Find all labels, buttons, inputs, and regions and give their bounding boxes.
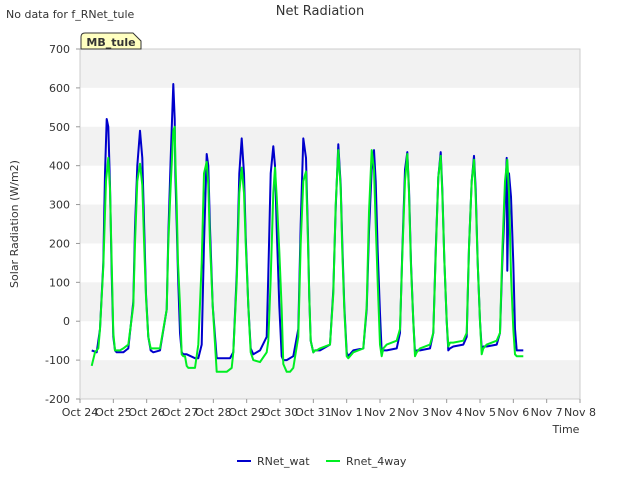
y-tick-label: 500 bbox=[49, 121, 70, 134]
grid-band bbox=[80, 126, 580, 166]
y-tick-label: 200 bbox=[49, 237, 70, 250]
net-radiation-chart: -200-1000100200300400500600700 Oct 24Oct… bbox=[6, 4, 596, 468]
legend-label-rnet-4way: Rnet_4way bbox=[346, 455, 407, 468]
x-tick-label: Oct 28 bbox=[195, 406, 232, 419]
x-tick-label: Nov 1 bbox=[331, 406, 363, 419]
y-tick-label: 100 bbox=[49, 276, 70, 289]
y-axis-label: Solar Radiation (W/m2) bbox=[8, 160, 21, 288]
x-tick-label: Oct 26 bbox=[128, 406, 165, 419]
x-tick-label: Oct 27 bbox=[162, 406, 199, 419]
x-axis-label: Time bbox=[552, 423, 580, 436]
site-badge-label: MB_tule bbox=[86, 36, 135, 49]
x-axis-ticks: Oct 24Oct 25Oct 26Oct 27Oct 28Oct 29Oct … bbox=[62, 399, 596, 419]
chart-title: Net Radiation bbox=[276, 4, 364, 19]
y-tick-label: 400 bbox=[49, 160, 70, 173]
legend-label-rnet-wat: RNet_wat bbox=[257, 455, 310, 468]
x-tick-label: Nov 6 bbox=[497, 406, 529, 419]
grid-band bbox=[80, 282, 580, 322]
x-tick-label: Nov 2 bbox=[364, 406, 396, 419]
grid-bands bbox=[80, 49, 580, 399]
y-tick-label: 0 bbox=[63, 315, 70, 328]
grid-band bbox=[80, 360, 580, 399]
legend: RNet_wat Rnet_4way bbox=[237, 455, 407, 468]
x-tick-label: Nov 5 bbox=[464, 406, 496, 419]
grid-band bbox=[80, 49, 580, 88]
site-badge: MB_tule bbox=[80, 32, 142, 50]
x-tick-label: Nov 7 bbox=[531, 406, 563, 419]
x-tick-label: Nov 4 bbox=[431, 406, 463, 419]
y-tick-label: 300 bbox=[49, 199, 70, 212]
y-axis-ticks: -200 -100 0 100 200 300 400 500 600 700 bbox=[45, 43, 80, 406]
x-tick-label: Nov 8 bbox=[564, 406, 596, 419]
x-tick-label: Oct 29 bbox=[228, 406, 265, 419]
y-tick-label: -100 bbox=[45, 354, 70, 367]
x-tick-label: Oct 31 bbox=[295, 406, 332, 419]
x-tick-label: Nov 3 bbox=[397, 406, 429, 419]
x-tick-label: Oct 30 bbox=[262, 406, 299, 419]
no-data-notice: No data for f_RNet_tule bbox=[6, 8, 135, 21]
y-tick-label: -200 bbox=[45, 393, 70, 406]
x-tick-label: Oct 25 bbox=[95, 406, 132, 419]
y-tick-label: 600 bbox=[49, 82, 70, 95]
y-tick-label: 700 bbox=[49, 43, 70, 56]
x-tick-label: Oct 24 bbox=[62, 406, 99, 419]
